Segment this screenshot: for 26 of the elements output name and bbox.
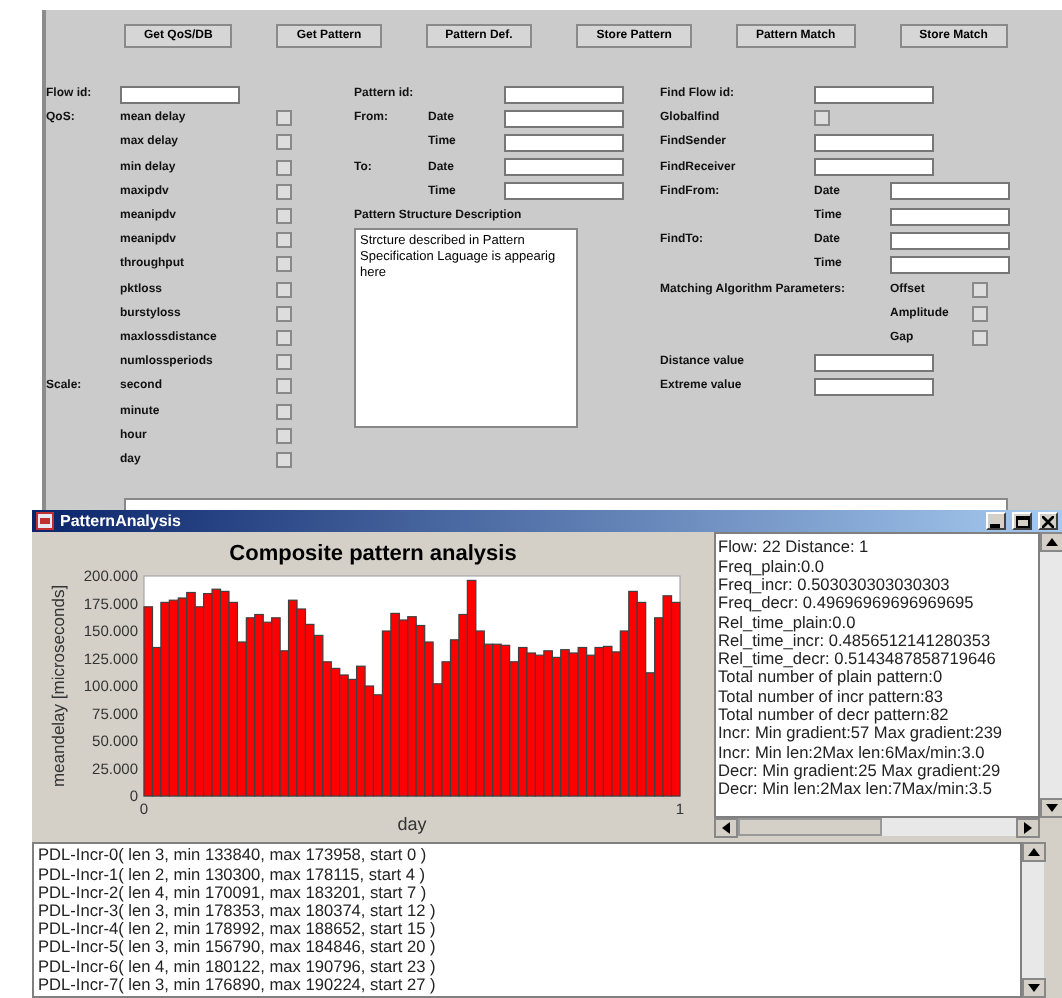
statistics-line: Decr: Min len:2Max len:7Max/min:3.5 [718,780,992,800]
pattern-line: PDL-Incr-0( len 3, min 133840, max 173958, start 0 ) [38,846,429,866]
pattern-line: PDL-Incr-3( len 3, min 178353, max 180374, start 12 ) [38,901,438,921]
statistics-line: Total number of plain pattern:0 [718,668,945,688]
chart-title: Composite pattern analysis [229,540,517,569]
statistics-line: Freq_plain:0.0 [718,557,827,576]
pattern-line: PDL-Incr-2( len 4, min 170091, max 183201, start 7 ) [38,883,429,902]
y-axis-title: meandelay [microseconds] [48,585,68,788]
statistics-line: Incr: Min gradient:57 Max gradient:239 [718,724,1005,744]
statistics-line: Total number of incr pattern:83 [718,687,946,706]
statistics-line: Rel_time_decr: 0.5143487858719646 [718,650,998,669]
window-title: PatternAnalysis [60,512,183,531]
x-axis-title: day [397,814,427,835]
pattern-line: PDL-Incr-1( len 2, min 130300, max 178115, start 4 ) [38,865,428,884]
statistics-line: Total number of decr pattern:82 [718,706,951,725]
statistics-line: Rel_time_plain:0.0 [718,613,858,632]
pattern-line: PDL-Incr-7( len 3, min 176890, max 190224, start 27 ) [38,975,438,994]
pattern-line: PDL-Incr-5( len 3, min 156790, max 184846, start 20 ) [38,938,438,958]
statistics-line: Freq_decr: 0.49696969696969695 [718,594,976,614]
statistics-line: Freq_incr: 0.503030303030303 [718,575,952,595]
statistics-line: Flow: 22 Distance: 1 [718,538,871,558]
pattern-line: PDL-Incr-6( len 4, min 180122, max 190796, start 23 ) [38,957,438,976]
pattern-line: PDL-Incr-4( len 2, min 178992, max 188652, start 15 ) [38,920,438,939]
statistics-line: Decr: Min gradient:25 Max gradient:29 [718,761,1003,781]
statistics-line: Incr: Min len:2Max len:6Max/min:3.0 [718,743,985,762]
statistics-line: Rel_time_incr: 0.4856512141280353 [718,631,993,651]
